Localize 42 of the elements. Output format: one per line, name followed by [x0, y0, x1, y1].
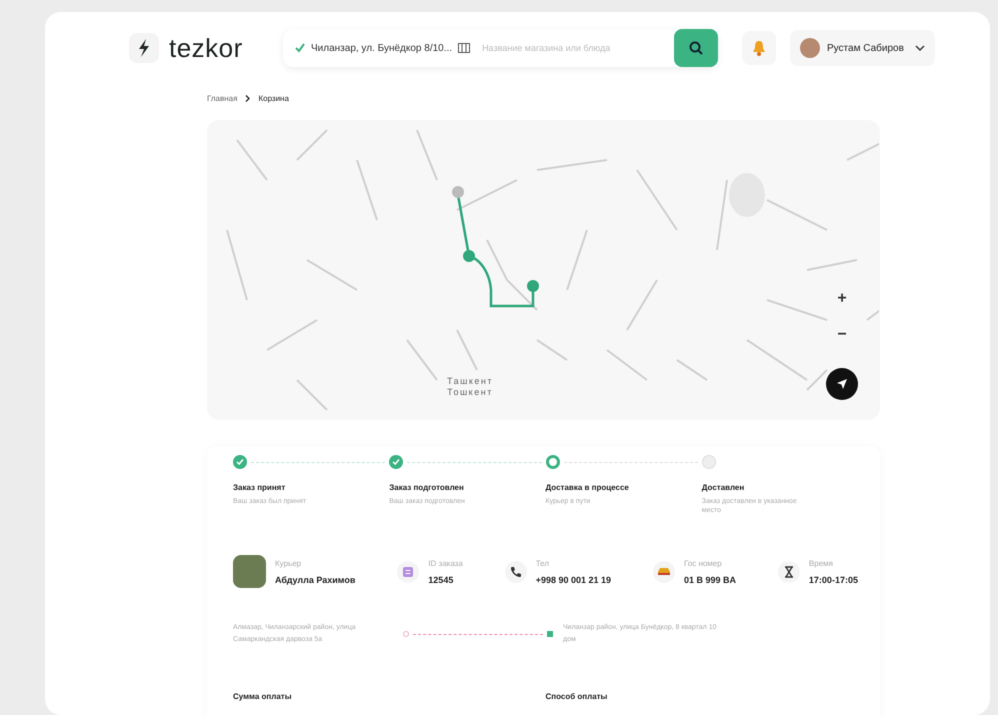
info-value: 17:00-17:05 — [808, 574, 858, 584]
search-button[interactable] — [674, 29, 718, 67]
phone-icon — [504, 560, 527, 582]
check-icon — [295, 43, 305, 53]
map[interactable]: Ташкент Тошкент + − — [207, 120, 880, 420]
info-value: 01 B 999 BA — [684, 574, 736, 584]
info-label: Курьер — [275, 558, 302, 568]
step-title: Доставлен — [702, 483, 746, 492]
info-value: +998 90 001 21 19 — [536, 574, 612, 584]
info-label: Тел — [536, 558, 550, 568]
car-icon — [652, 560, 675, 582]
user-menu[interactable]: Рустам Сабиров — [790, 30, 935, 66]
logo-text[interactable]: tezkor — [169, 32, 243, 64]
navigation-arrow-icon — [836, 378, 848, 390]
zoom-out-button[interactable]: − — [829, 322, 855, 348]
city-label: Ташкент — [447, 376, 493, 387]
info-label: Гос номер — [684, 558, 723, 568]
payment-sum-label: Сумма оплаты — [233, 692, 293, 701]
city-label: Тошкент — [447, 387, 493, 398]
hourglass-icon — [778, 560, 800, 582]
receipt-icon — [397, 560, 420, 582]
info-value: 12545 — [428, 574, 454, 584]
avatar-placeholder — [233, 555, 266, 588]
zoom-in-button[interactable]: + — [829, 286, 855, 312]
park-area — [729, 173, 765, 217]
caret-icon — [914, 45, 925, 51]
info-value: Абдулла Рахимов — [275, 574, 356, 584]
payment-method-label: Способ оплаты — [546, 692, 608, 701]
search-icon — [689, 41, 703, 55]
step-title: Доставка в процессе — [546, 483, 630, 492]
chevron-icon — [245, 94, 250, 102]
breadcrumb-link[interactable]: Главная — [207, 94, 238, 102]
step-title: Заказ подготовлен — [389, 483, 465, 492]
avatar-icon — [800, 38, 820, 58]
step-title: Заказ принят — [233, 483, 286, 492]
info-label: ID заказа — [428, 558, 463, 568]
locate-button[interactable] — [826, 368, 858, 400]
address-text[interactable]: Чиланзар, ул. Бунёдкор 8/10... — [311, 42, 452, 54]
breadcrumb-link[interactable]: Корзина — [258, 94, 289, 102]
bolt-icon — [129, 33, 159, 63]
info-label: Время — [808, 558, 834, 568]
map-icon[interactable] — [458, 43, 470, 53]
